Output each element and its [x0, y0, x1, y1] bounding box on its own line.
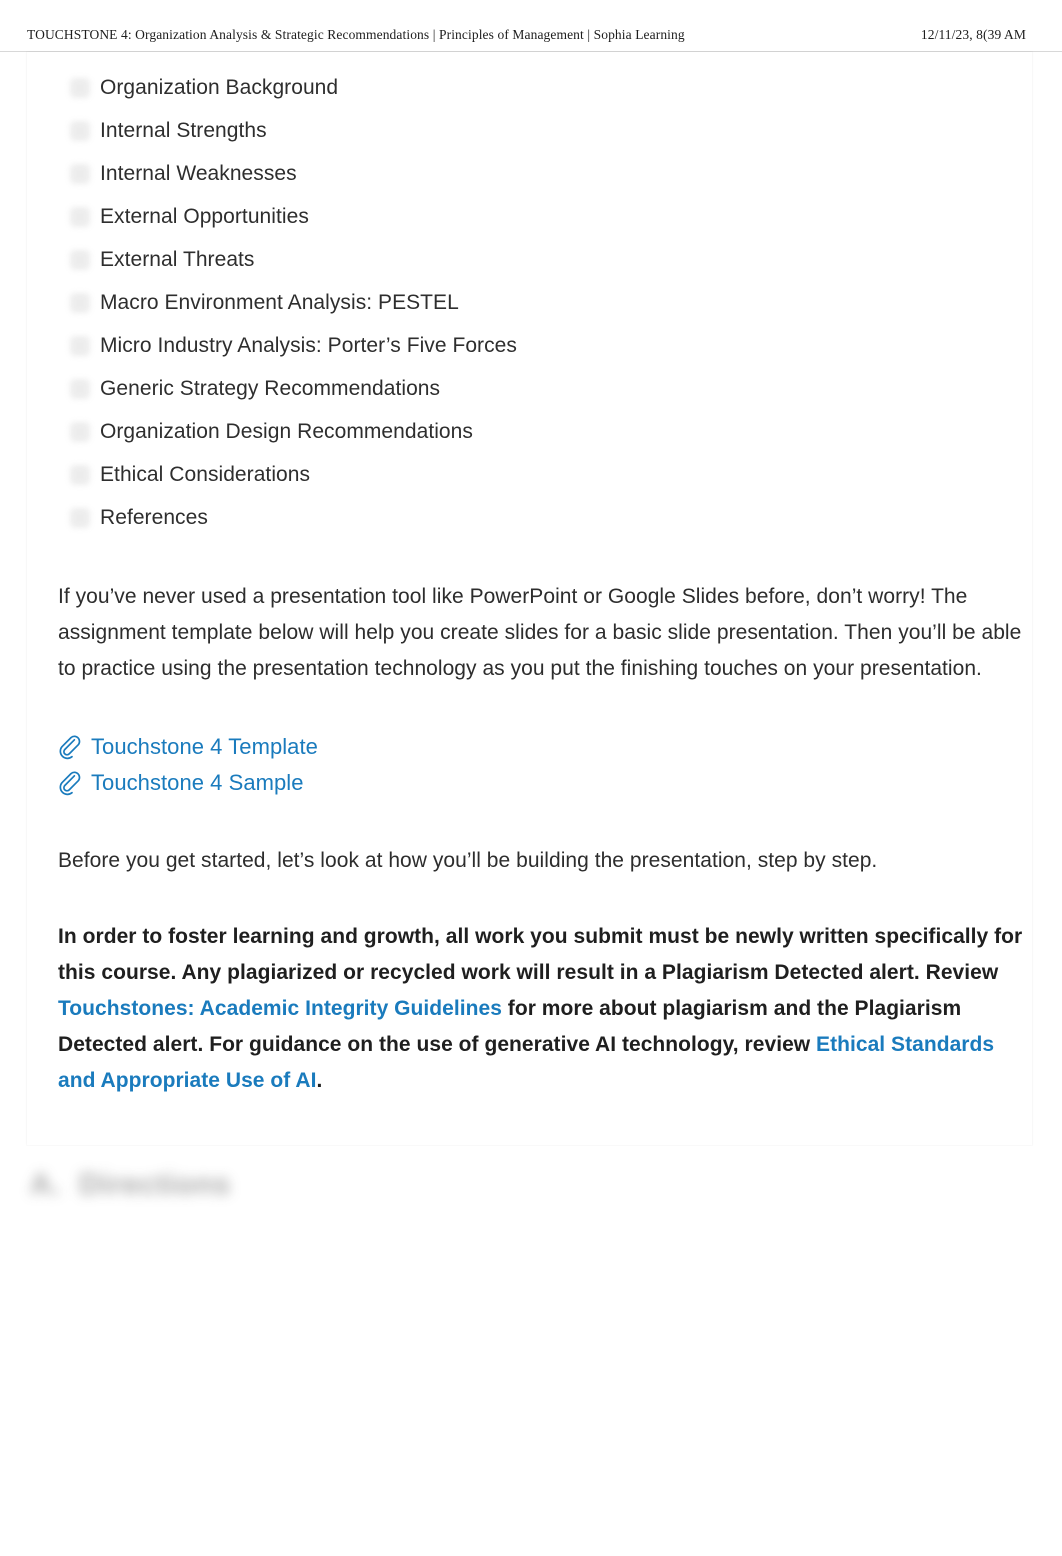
page-content: Organization Background Internal Strengt… — [0, 52, 1062, 1099]
blurred-section-heading: A. Directions — [30, 1168, 231, 1202]
list-item: Organization Design Recommendations — [58, 410, 1028, 453]
square-placeholder-icon — [70, 249, 90, 270]
list-item-label: Organization Background — [100, 76, 339, 99]
square-placeholder-icon — [70, 421, 90, 442]
list-item: Ethical Considerations — [58, 453, 1028, 496]
square-placeholder-icon — [70, 120, 90, 141]
list-item-label: Generic Strategy Recommendations — [100, 377, 441, 400]
print-header-date: 12/11/23, 8(39 AM — [920, 27, 1026, 42]
list-item: Generic Strategy Recommendations — [58, 367, 1028, 410]
square-placeholder-icon — [70, 292, 90, 313]
list-item-label: Macro Environment Analysis: PESTEL — [100, 291, 459, 314]
list-item-label: References — [100, 506, 208, 529]
square-placeholder-icon — [70, 163, 90, 184]
square-placeholder-icon — [70, 507, 90, 528]
list-item: Organization Background — [58, 66, 1028, 109]
notice-paragraph: In order to foster learning and growth, … — [58, 919, 1028, 1099]
attachment-link-template[interactable]: Touchstone 4 Template — [91, 732, 318, 762]
square-placeholder-icon — [70, 77, 90, 98]
list-item-label: Internal Weaknesses — [100, 162, 297, 185]
list-item: Internal Strengths — [58, 109, 1028, 152]
square-placeholder-icon — [70, 378, 90, 399]
list-item: External Opportunities — [58, 195, 1028, 238]
list-item: Macro Environment Analysis: PESTEL — [58, 281, 1028, 324]
academic-integrity-guidelines-link[interactable]: Touchstones: Academic Integrity Guidelin… — [58, 997, 502, 1020]
list-item-label: Micro Industry Analysis: Porter’s Five F… — [100, 334, 517, 357]
list-item: Internal Weaknesses — [58, 152, 1028, 195]
print-header-title: TOUCHSTONE 4: Organization Analysis & St… — [27, 27, 685, 42]
attachment-list: Touchstone 4 Template Touchstone 4 Sampl… — [58, 729, 1028, 801]
blurred-heading-text: Directions — [79, 1168, 231, 1201]
attachment-link-sample[interactable]: Touchstone 4 Sample — [91, 768, 304, 798]
paperclip-icon — [58, 770, 84, 796]
list-item: References — [58, 496, 1028, 539]
square-placeholder-icon — [70, 464, 90, 485]
before-paragraph: Before you get started, let’s look at ho… — [58, 849, 878, 872]
list-item: Micro Industry Analysis: Porter’s Five F… — [58, 324, 1028, 367]
square-placeholder-icon — [70, 206, 90, 227]
notice-text-part1: In order to foster learning and growth, … — [58, 925, 1023, 984]
list-item-label: Organization Design Recommendations — [100, 420, 473, 443]
notice-text-part3: . — [316, 1069, 323, 1092]
intro-paragraph: If you’ve never used a presentation tool… — [58, 585, 1022, 680]
list-item-label: External Threats — [100, 248, 255, 271]
list-item-label: Internal Strengths — [100, 119, 267, 142]
square-placeholder-icon — [70, 335, 90, 356]
paperclip-icon — [58, 734, 84, 760]
outline-list: Organization Background Internal Strengt… — [58, 66, 1028, 539]
blurred-heading-label: A. — [30, 1168, 61, 1201]
list-item: External Threats — [58, 238, 1028, 281]
list-item-label: External Opportunities — [100, 205, 309, 228]
attachment-row[interactable]: Touchstone 4 Sample — [58, 765, 1028, 801]
print-header: TOUCHSTONE 4: Organization Analysis & St… — [0, 0, 1062, 52]
attachment-row[interactable]: Touchstone 4 Template — [58, 729, 1028, 765]
list-item-label: Ethical Considerations — [100, 463, 311, 486]
